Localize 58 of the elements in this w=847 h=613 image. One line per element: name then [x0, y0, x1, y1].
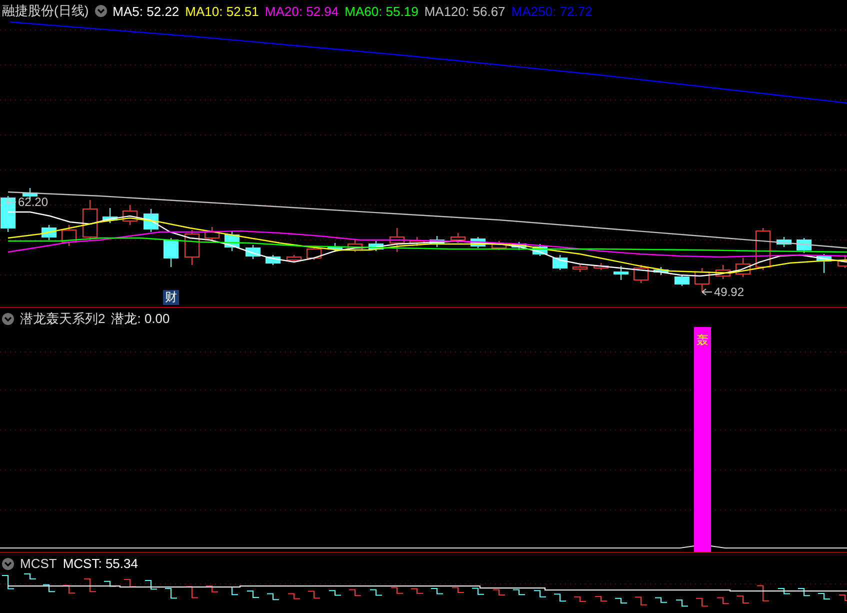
candlestick	[42, 224, 56, 240]
candlestick	[532, 244, 548, 256]
candlestick	[694, 268, 710, 292]
arrow-icon	[702, 288, 712, 296]
signal-label: 轰	[696, 332, 708, 349]
candlestick	[796, 238, 812, 254]
candlestick	[654, 266, 668, 276]
candlestick	[122, 204, 138, 226]
candlestick	[246, 244, 260, 260]
legend-value: MA250: 72.72	[511, 4, 592, 18]
chart-title: 融捷股份(日线)	[2, 2, 89, 20]
indicator-title: 潜龙轰天系列2	[20, 310, 106, 328]
candlestick	[552, 254, 568, 270]
candlestick	[204, 226, 220, 242]
legend-value: 潜龙: 0.00	[111, 310, 170, 328]
candlestick	[736, 258, 750, 278]
candlestick	[572, 264, 588, 272]
indicator-title: MCST	[20, 556, 57, 571]
candlestick	[674, 274, 690, 286]
low-price-label: 49.92	[714, 285, 744, 299]
candlestick	[306, 246, 322, 260]
candlestick	[328, 242, 342, 252]
candlestick	[410, 236, 424, 246]
legend-value: MA5: 52.22	[112, 4, 180, 18]
dropdown-icon[interactable]	[94, 5, 107, 17]
high-price-label: 62.20	[18, 195, 48, 209]
candlestick	[164, 238, 178, 268]
candlestick	[62, 224, 76, 246]
candlestick	[224, 230, 240, 252]
arrow-icon	[6, 198, 16, 206]
candlestick	[144, 208, 158, 232]
candlestick	[470, 236, 486, 248]
legend-value: MA20: 52.94	[264, 4, 339, 18]
legend-value: MA120: 56.67	[424, 4, 506, 18]
legend-value: MA60: 55.19	[344, 4, 418, 18]
candlestick	[184, 230, 200, 266]
candlestick	[368, 240, 384, 252]
candlestick	[348, 240, 362, 252]
legend-value: MCST: 55.34	[62, 556, 138, 571]
dropdown-icon[interactable]	[2, 558, 14, 570]
candlestick	[266, 254, 280, 266]
candlestick	[594, 262, 608, 270]
candlestick	[0, 196, 16, 232]
candlestick	[614, 266, 628, 280]
candlestick	[102, 208, 118, 224]
legend-value: MA10: 52.51	[185, 4, 259, 18]
candlestick	[492, 240, 506, 250]
candlestick	[430, 236, 444, 248]
event-badge[interactable]: 财	[163, 290, 179, 305]
candlestick	[286, 254, 302, 262]
candlestick	[816, 254, 832, 274]
candlestick	[716, 264, 730, 280]
candlestick	[512, 242, 526, 250]
candlestick	[450, 232, 466, 244]
dropdown-icon[interactable]	[2, 313, 14, 325]
candlestick	[82, 200, 98, 240]
candlestick	[390, 228, 404, 252]
candlestick	[634, 264, 648, 284]
